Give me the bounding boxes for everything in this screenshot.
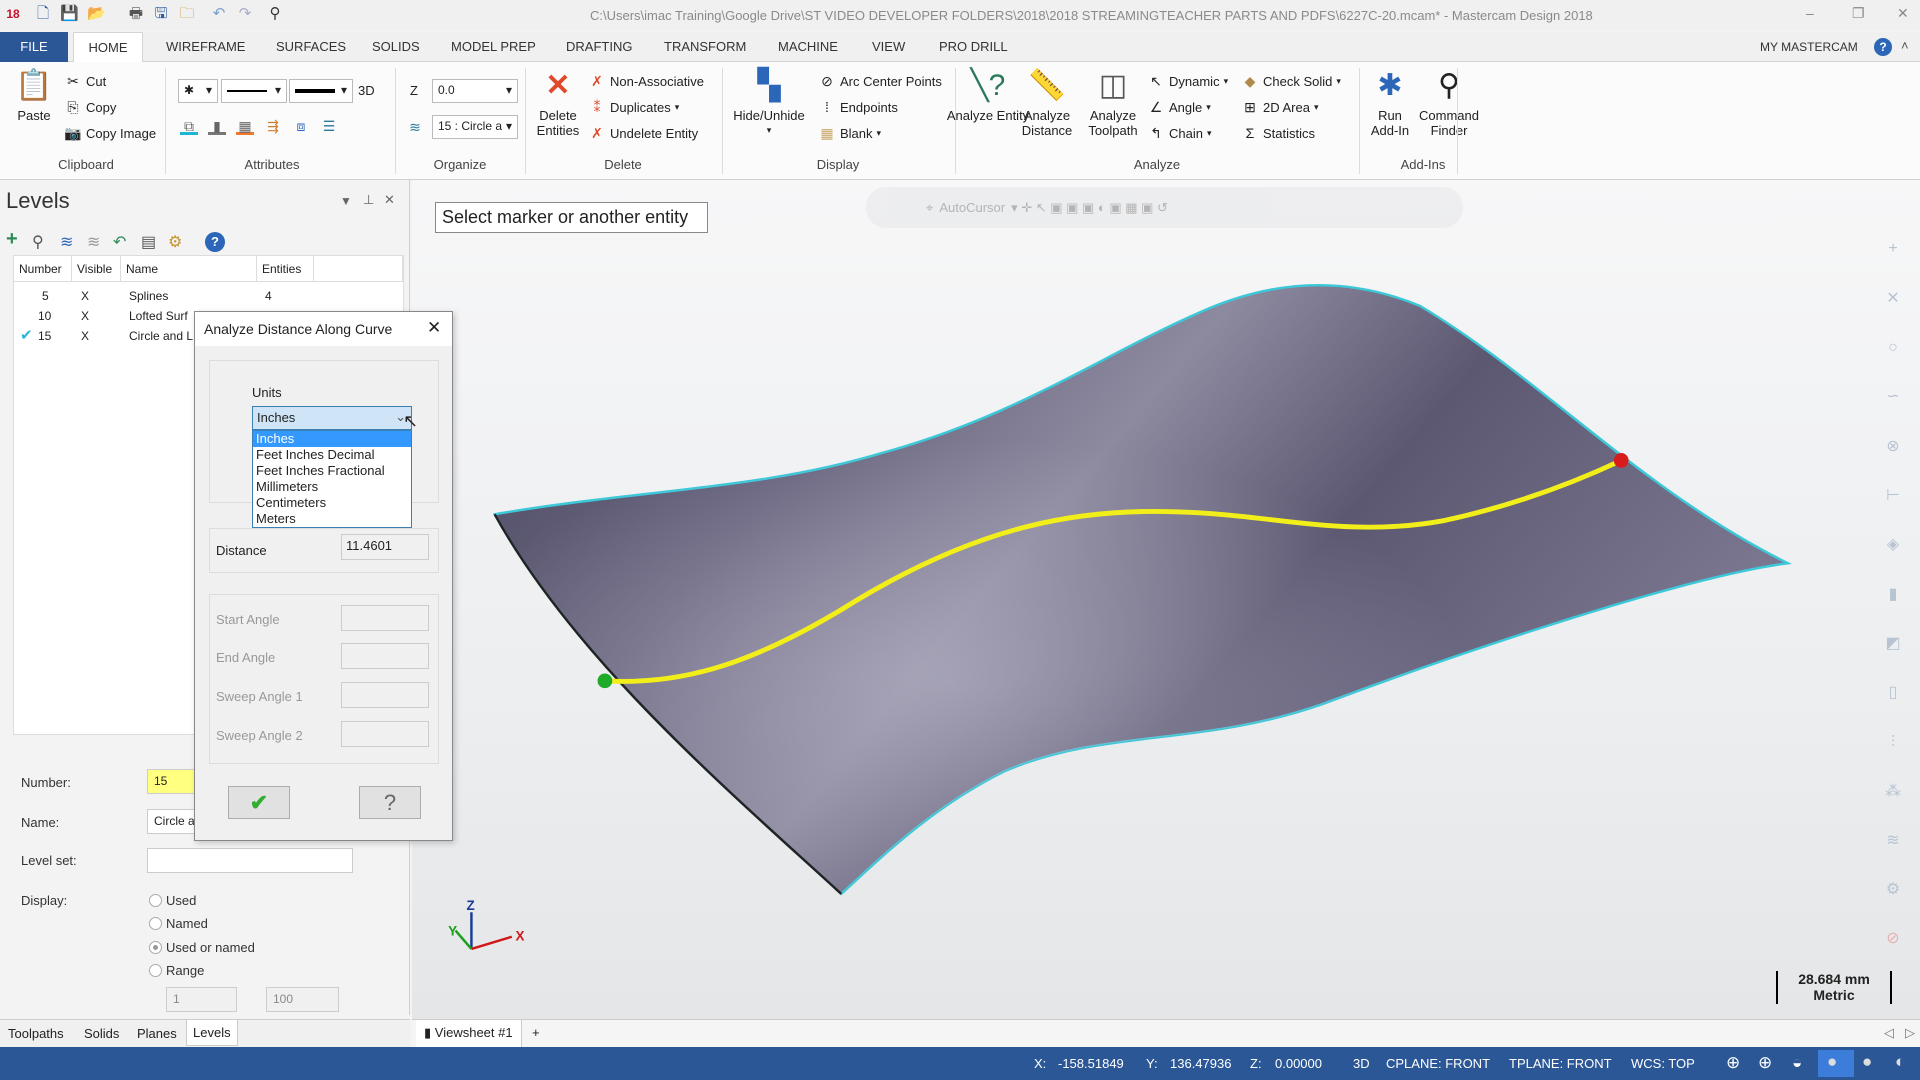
stop-icon[interactable]: ⊘ <box>1880 926 1906 952</box>
viewsheet-tab[interactable]: ▮ Viewsheet #1 <box>416 1020 522 1047</box>
bookmark-icon: ▮ <box>424 1025 435 1040</box>
viewsheet-tabs: ▮ Viewsheet #1 + ◁ ▷ <box>412 1019 1920 1047</box>
cursor-icon: ⌖ <box>926 199 934 215</box>
axis-triad-icon <box>454 912 513 951</box>
y-coordinate: 136.47936 <box>1170 1056 1232 1071</box>
wireframe-view-icon[interactable]: ⊕ <box>1726 1053 1740 1073</box>
zoom-in-icon[interactable]: + <box>1880 236 1906 262</box>
sweep-angle-1-label: Sweep Angle 1 <box>216 689 303 704</box>
shaded-edges-icon[interactable]: ◒ <box>1792 1053 1802 1073</box>
start-marker[interactable] <box>597 673 613 689</box>
help-button[interactable]: ? <box>359 786 421 819</box>
solid-icon[interactable]: ▮ <box>1880 582 1906 608</box>
analyze-distance-dialog: Analyze Distance Along Curve ✕ Units Inc… <box>194 311 453 841</box>
option-feet-inches-fractional[interactable]: Feet Inches Fractional <box>253 463 411 479</box>
scale-value: 28.684 mm <box>1798 971 1870 987</box>
option-feet-inches-decimal[interactable]: Feet Inches Decimal <box>253 447 411 463</box>
shaded-icon: ● <box>1827 1052 1838 1071</box>
settings-icon[interactable]: ⚙ <box>1880 877 1906 903</box>
dimension-icon[interactable]: ⊢ <box>1880 483 1906 509</box>
sweep-angle-2-label: Sweep Angle 2 <box>216 728 303 743</box>
z-coordinate[interactable]: 0.00000 <box>1275 1056 1322 1071</box>
dialog-titlebar[interactable]: Analyze Distance Along Curve ✕ <box>195 312 452 346</box>
scroll-right-icon[interactable]: ▷ <box>1905 1025 1915 1041</box>
wcs-selector[interactable]: WCS: TOP <box>1631 1056 1695 1071</box>
model-prep-icon[interactable]: ◩ <box>1880 631 1906 657</box>
selection-toolbar[interactable]: ⌖ AutoCursor ▾ ✛ ↖ ▣ ▣ ▣ ◐ ▣ ▦ ▣ ↺ <box>866 187 1463 228</box>
dialog-close-button[interactable]: ✕ <box>427 318 441 338</box>
sweep-angle-1-field[interactable] <box>341 682 429 708</box>
axis-z-label: Z <box>467 898 475 913</box>
mode-3d[interactable]: 3D <box>1353 1056 1370 1071</box>
surface-highlight <box>494 285 1788 894</box>
checkmark-icon: ✔ <box>249 790 269 815</box>
axis-x-label: X <box>516 928 525 943</box>
units-dropdown-list[interactable]: Inches Feet Inches Decimal Feet Inches F… <box>252 430 412 528</box>
autocursor-select[interactable]: AutoCursor <box>939 200 1005 215</box>
scroll-left-icon[interactable]: ◁ <box>1884 1025 1894 1041</box>
layers-icon[interactable]: ≋ <box>1880 828 1906 854</box>
transform-icon[interactable]: ◈ <box>1880 532 1906 558</box>
tplane-selector[interactable]: TPLANE: FRONT <box>1509 1056 1612 1071</box>
translucency-icon[interactable]: ◐ <box>1895 1052 1905 1072</box>
curve-icon[interactable]: ∽ <box>1880 384 1906 410</box>
page-icon[interactable]: ▯ <box>1880 680 1906 706</box>
start-angle-label: Start Angle <box>216 612 280 627</box>
option-millimeters[interactable]: Millimeters <box>253 479 411 495</box>
units-select[interactable]: Inches ⌄ <box>252 406 412 430</box>
ok-button[interactable]: ✔ <box>228 786 290 819</box>
end-marker[interactable] <box>1613 453 1629 468</box>
circle-icon[interactable]: ○ <box>1880 335 1906 361</box>
y-label: Y: <box>1146 1056 1158 1071</box>
x-label: X: <box>1034 1056 1047 1071</box>
grid-icon[interactable]: ⁂ <box>1880 779 1906 805</box>
end-angle-label: End Angle <box>216 650 276 665</box>
shaded-plain-icon[interactable]: ● <box>1862 1052 1872 1072</box>
status-bar: X: -158.51849 Y: 136.47936 Z: 0.00000 3D… <box>0 1047 1920 1080</box>
x-coordinate: -158.51849 <box>1058 1056 1124 1071</box>
cplane-selector[interactable]: CPLANE: FRONT <box>1386 1056 1490 1071</box>
question-icon: ? <box>383 790 397 815</box>
hidden-line-icon[interactable]: ⊕ <box>1758 1053 1772 1073</box>
z-label: Z: <box>1250 1056 1262 1071</box>
scale-indicator: 28.684 mm Metric <box>1776 971 1892 1004</box>
add-viewsheet-button[interactable]: + <box>532 1025 540 1040</box>
start-angle-field[interactable] <box>341 605 429 631</box>
end-angle-field[interactable] <box>341 643 429 669</box>
mouse-cursor-icon: ↖ <box>403 411 419 431</box>
option-centimeters[interactable]: Centimeters <box>253 495 411 511</box>
sketch-icon[interactable]: ⊗ <box>1880 434 1906 460</box>
distance-label: Distance <box>216 543 267 558</box>
distance-field[interactable]: 11.4601 <box>341 534 429 560</box>
scale-unit: Metric <box>1813 987 1855 1003</box>
units-label: Units <box>252 385 282 400</box>
sweep-angle-2-field[interactable] <box>341 721 429 747</box>
selection-prompt: Select marker or another entity <box>435 202 708 233</box>
dialog-title: Analyze Distance Along Curve <box>204 321 393 337</box>
axis-y-label: Y <box>448 924 457 939</box>
option-inches[interactable]: Inches <box>253 431 411 447</box>
tool-icon[interactable]: ✕ <box>1880 286 1906 312</box>
option-meters[interactable]: Meters <box>253 511 411 527</box>
chain-tool-icon[interactable]: ⫶ <box>1880 730 1906 756</box>
